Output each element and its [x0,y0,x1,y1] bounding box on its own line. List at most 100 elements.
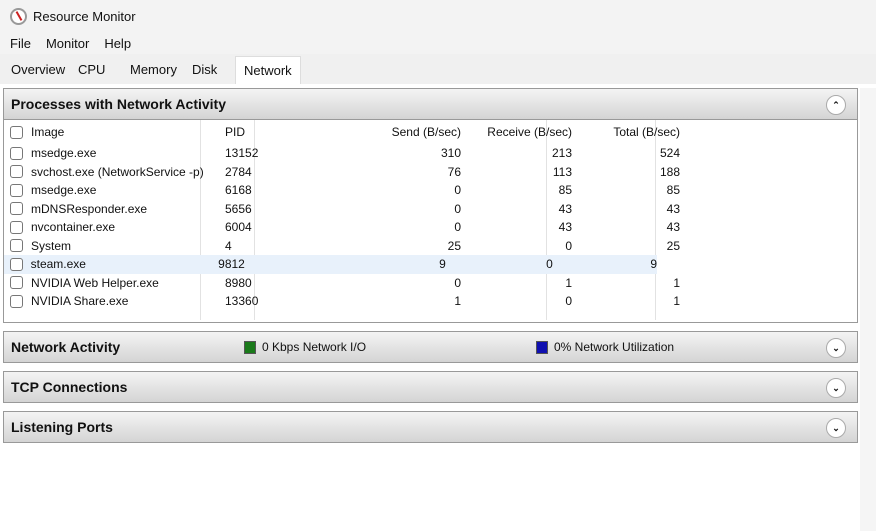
cell-total: 9 [650,257,657,272]
row-checkbox[interactable] [10,165,23,179]
cell-pid: 2784 [225,164,252,179]
cell-image: mDNSResponder.exe [31,201,148,216]
cell-total: 43 [666,201,680,216]
col-total[interactable]: Total (B/sec) [572,125,680,139]
table-row[interactable]: NVIDIA Web Helper.exe 8980 0 1 1 [4,274,857,293]
scrollbar[interactable] [860,88,876,531]
row-checkbox[interactable] [10,202,23,216]
cell-receive: 113 [552,164,572,179]
cell-image: NVIDIA Web Helper.exe [31,275,159,290]
select-all-checkbox[interactable] [10,125,23,139]
cell-image: NVIDIA Share.exe [31,294,129,309]
title-bar: Resource Monitor [0,0,876,32]
row-checkbox[interactable] [10,276,23,290]
tcp-connections-title: TCP Connections [11,379,128,395]
tab-network[interactable]: Network [235,56,301,84]
listening-ports-title: Listening Ports [11,419,113,435]
tab-bar: Overview CPU Memory Disk Network [0,54,876,84]
cell-total: 25 [666,238,680,253]
cell-pid: 9812 [218,257,245,272]
menu-file[interactable]: File [10,36,31,51]
cell-receive: 43 [558,201,572,216]
table-row[interactable]: svchost.exe (NetworkService -p) 2784 76 113… [4,163,857,182]
table-row[interactable]: nvcontainer.exe 6004 0 43 43 [4,218,857,237]
cell-total: 524 [659,146,680,161]
resource-monitor-icon [10,7,27,25]
cell-receive: 43 [558,220,572,235]
cell-receive: 85 [558,183,572,198]
menu-monitor[interactable]: Monitor [46,36,89,51]
cell-image: msedge.exe [31,146,97,161]
cell-send: 0 [454,220,461,235]
row-checkbox[interactable] [10,183,23,197]
cell-send: 76 [447,164,461,179]
cell-image: System [31,238,72,253]
cell-image: nvcontainer.exe [31,220,116,235]
cell-send: 25 [447,238,461,253]
network-io-swatch [244,340,256,354]
cell-send: 9 [439,257,446,272]
cell-send: 0 [454,201,461,216]
table-header: Image PID Send (B/sec) Receive (B/sec) T… [4,120,857,144]
row-checkbox[interactable] [10,257,23,271]
table-row[interactable]: NVIDIA Share.exe 13360 1 0 1 [4,292,857,311]
network-activity-title: Network Activity [11,339,121,355]
cell-pid: 13360 [225,294,259,309]
cell-total: 188 [659,164,680,179]
cell-image: svchost.exe (NetworkService -p) [31,164,204,179]
cell-send: 0 [454,183,461,198]
network-io-label: 0 Kbps Network I/O [262,340,367,354]
processes-table: Image PID Send (B/sec) Receive (B/sec) T… [3,120,858,323]
tab-overview[interactable]: Overview [11,62,65,77]
collapse-icon[interactable]: ⌃ [826,95,846,115]
cell-receive: 0 [546,257,553,272]
cell-receive: 1 [565,275,572,290]
cell-send: 1 [454,294,461,309]
cell-total: 1 [673,294,680,309]
tab-cpu[interactable]: CPU [78,62,105,77]
row-checkbox[interactable] [10,239,23,253]
processes-header[interactable]: Processes with Network Activity ⌃ [3,88,858,120]
network-utilization-swatch [536,340,548,354]
cell-pid: 13152 [225,146,259,161]
cell-pid: 8980 [225,275,252,290]
tcp-connections-header[interactable]: TCP Connections ⌄ [3,371,858,403]
menu-help[interactable]: Help [104,36,131,51]
cell-total: 43 [666,220,680,235]
table-row[interactable]: steam.exe 9812 9 0 9 [4,255,657,274]
cell-pid: 6004 [225,220,252,235]
tab-memory[interactable]: Memory [130,62,177,77]
menu-bar: File Monitor Help [0,32,876,54]
col-receive[interactable]: Receive (B/sec) [461,125,572,139]
cell-total: 1 [673,275,680,290]
row-checkbox[interactable] [10,220,23,234]
table-row[interactable]: msedge.exe 13152 310 213 524 [4,144,857,163]
cell-total: 85 [666,183,680,198]
col-pid[interactable]: PID [225,125,275,139]
cell-pid: 6168 [225,183,252,198]
processes-title: Processes with Network Activity [11,96,227,112]
cell-image: steam.exe [30,257,86,272]
col-send[interactable]: Send (B/sec) [275,125,461,139]
cell-image: msedge.exe [31,183,97,198]
network-activity-header[interactable]: Network Activity 0 Kbps Network I/O 0% N… [3,331,858,363]
table-row[interactable]: mDNSResponder.exe 5656 0 43 43 [4,200,857,219]
cell-receive: 213 [551,146,572,161]
tab-disk[interactable]: Disk [192,62,217,77]
expand-icon[interactable]: ⌄ [826,418,846,438]
row-checkbox[interactable] [10,146,23,160]
cell-pid: 5656 [225,201,252,216]
cell-pid: 4 [225,238,232,253]
expand-icon[interactable]: ⌄ [826,378,846,398]
table-row[interactable]: System 4 25 0 25 [4,237,857,256]
col-image[interactable]: Image [31,125,213,139]
cell-receive: 0 [565,238,572,253]
cell-send: 0 [454,275,461,290]
cell-send: 310 [440,146,461,161]
network-utilization-label: 0% Network Utilization [554,340,675,354]
cell-receive: 0 [565,294,572,309]
listening-ports-header[interactable]: Listening Ports ⌄ [3,411,858,443]
expand-icon[interactable]: ⌄ [826,338,846,358]
row-checkbox[interactable] [10,294,23,308]
table-row[interactable]: msedge.exe 6168 0 85 85 [4,181,857,200]
